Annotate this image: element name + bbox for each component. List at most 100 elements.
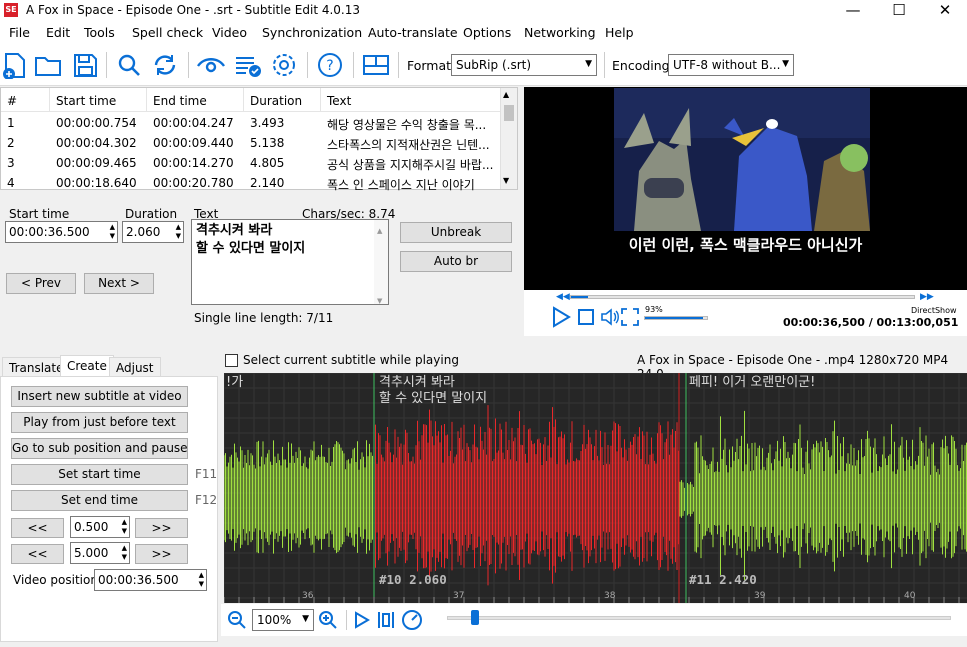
step-forward-large-button[interactable]: >> (135, 544, 188, 564)
subtitle-text-editor[interactable]: 격추시켜 봐라 할 수 있다면 말이지 ▲ ▼ (191, 219, 389, 305)
menu-file[interactable]: File (9, 25, 30, 40)
select-subtitle-checkbox[interactable] (225, 354, 238, 367)
col-number[interactable]: # (7, 94, 17, 108)
video-seekbar[interactable] (570, 295, 915, 299)
waveform-position-slider[interactable] (447, 616, 951, 620)
step-back-large-button[interactable]: << (11, 544, 64, 564)
select-subtitle-label: Select current subtitle while playing (243, 353, 459, 367)
waveform-header: Select current subtitle while playing A … (221, 350, 967, 381)
encoding-label: Encoding (612, 58, 670, 73)
menu-help[interactable]: Help (605, 25, 634, 40)
step-forward-small-button[interactable]: >> (135, 518, 188, 538)
single-line-length: Single line length: 7/11 (194, 311, 334, 325)
menu-edit[interactable]: Edit (46, 25, 70, 40)
close-button[interactable]: ✕ (922, 0, 967, 22)
current-subtitle-line2: 할 수 있다면 말이지 (379, 391, 488, 406)
set-end-shortcut: F12 (195, 493, 218, 507)
time-tick: 37 (453, 591, 465, 601)
stop-icon[interactable] (578, 309, 594, 325)
chevron-down-icon: ▼ (302, 614, 309, 624)
zoom-select[interactable]: 100% ▼ (252, 609, 314, 631)
layout-icon[interactable] (361, 51, 391, 79)
encoding-select[interactable]: UTF-8 without B... ▼ (668, 54, 794, 76)
skip-back-icon[interactable]: ◀◀ (556, 292, 570, 302)
video-position-input[interactable]: 00:00:36.500 ▲ ▼ (94, 569, 207, 591)
play-selection-icon[interactable] (353, 610, 371, 630)
duration-label: Duration (125, 207, 178, 221)
col-text[interactable]: Text (327, 94, 351, 108)
next-button[interactable]: Next > (84, 273, 154, 294)
play-from-before-button[interactable]: Play from just before text (11, 412, 188, 433)
visual-sync-eye-icon[interactable] (196, 51, 226, 79)
waveform-normal (224, 410, 967, 581)
menu-video[interactable]: Video (212, 25, 247, 40)
skip-forward-icon[interactable]: ▶▶ (920, 292, 934, 302)
time-tick: 36 (302, 591, 314, 601)
insert-subtitle-button[interactable]: Insert new subtitle at video (11, 386, 188, 407)
grid-header: # Start time End time Duration Text (1, 88, 501, 112)
fullscreen-icon[interactable] (621, 308, 639, 326)
help-icon[interactable]: ? (315, 51, 345, 79)
tool-tabs: Translate Create Adjust (0, 353, 218, 377)
prev-subtitle-tail: !가 (226, 375, 244, 390)
go-to-sub-position-button[interactable]: Go to sub position and pause (11, 438, 188, 459)
spell-check-icon[interactable] (233, 51, 263, 79)
prev-button[interactable]: < Prev (6, 273, 76, 294)
subtitle-grid[interactable]: # Start time End time Duration Text 1 00:… (0, 87, 518, 193)
volume-slider[interactable] (644, 316, 708, 320)
center-playhead-icon[interactable] (376, 610, 396, 630)
tab-adjust[interactable]: Adjust (109, 357, 161, 377)
duration-input[interactable]: 2.060 ▲ ▼ (122, 221, 184, 243)
play-icon[interactable] (550, 306, 572, 328)
table-row[interactable]: 1 00:00:00.754 00:00:04.247 3.493 해당 영상물은 수익… (1, 113, 501, 133)
app-logo-icon: SE (4, 3, 18, 17)
col-duration[interactable]: Duration (250, 94, 302, 108)
menu-options[interactable]: Options (463, 25, 511, 40)
open-folder-icon[interactable] (33, 51, 63, 79)
time-tick: 40 (904, 591, 916, 601)
time-tick: 39 (754, 591, 766, 601)
video-subtitle-overlay: 이런 이런, 폭스 맥클라우드 아니신가 (628, 236, 863, 254)
menu-spell-check[interactable]: Spell check (132, 25, 203, 40)
window-title: A Fox in Space - Episode One - .srt - Su… (26, 3, 361, 17)
menu-tools[interactable]: Tools (84, 25, 115, 40)
settings-gear-icon[interactable] (269, 51, 299, 79)
video-player[interactable]: 이런 이런, 폭스 맥클라우드 아니신가 (524, 87, 967, 290)
unbreak-button[interactable]: Unbreak (400, 222, 512, 243)
auto-break-button[interactable]: Auto br (400, 251, 512, 272)
col-start-time[interactable]: Start time (56, 94, 116, 108)
waveform-graph[interactable] (224, 373, 967, 603)
toolbar: ? Format SubRip (.srt) ▼ Encoding UTF-8 w… (0, 44, 967, 86)
save-icon[interactable] (70, 51, 100, 79)
current-subtitle-line1: 격추시켜 봐라 (379, 375, 455, 390)
format-select[interactable]: SubRip (.srt) ▼ (451, 54, 597, 76)
set-start-time-button[interactable]: Set start time (11, 464, 188, 485)
video-frame (614, 88, 870, 231)
new-file-icon[interactable] (0, 51, 30, 79)
menu-networking[interactable]: Networking (524, 25, 596, 40)
table-row[interactable]: 4 00:00:18.640 00:00:20.780 2.140 폭스 인 스페이스 … (1, 173, 501, 193)
waveform-toolbar: 100% ▼ (221, 604, 967, 636)
col-end-time[interactable]: End time (153, 94, 207, 108)
zoom-in-icon[interactable] (318, 610, 338, 630)
table-row[interactable]: 2 00:00:04.302 00:00:09.440 5.138 스타폭스의 지적재산… (1, 133, 501, 153)
search-icon[interactable] (114, 51, 144, 79)
maximize-button[interactable]: ☐ (876, 0, 922, 22)
volume-icon[interactable] (600, 308, 620, 326)
start-time-input[interactable]: 00:00:36.500 ▲ ▼ (5, 221, 118, 243)
tab-create[interactable]: Create (60, 355, 114, 377)
slider-thumb[interactable] (471, 610, 479, 625)
audio-waveform[interactable]: !가 격추시켜 봐라 할 수 있다면 말이지 페피! 이거 오랜만이군! #10… (224, 373, 967, 603)
playback-speed-icon[interactable] (401, 609, 423, 631)
zoom-out-icon[interactable] (227, 610, 247, 630)
large-step-input[interactable]: 5.000 ▲ ▼ (70, 542, 130, 564)
minimize-button[interactable]: — (830, 0, 876, 22)
menu-synchronization[interactable]: Synchronization (262, 25, 362, 40)
replace-icon[interactable] (150, 51, 180, 79)
grid-scrollbar[interactable]: ▲ ▼ (500, 88, 517, 189)
menu-auto-translate[interactable]: Auto-translate (368, 25, 458, 40)
table-row[interactable]: 3 00:00:09.465 00:00:14.270 4.805 공식 상품을 지지해… (1, 153, 501, 173)
set-end-time-button[interactable]: Set end time (11, 490, 188, 511)
step-back-small-button[interactable]: << (11, 518, 64, 538)
small-step-input[interactable]: 0.500 ▲ ▼ (70, 516, 130, 538)
